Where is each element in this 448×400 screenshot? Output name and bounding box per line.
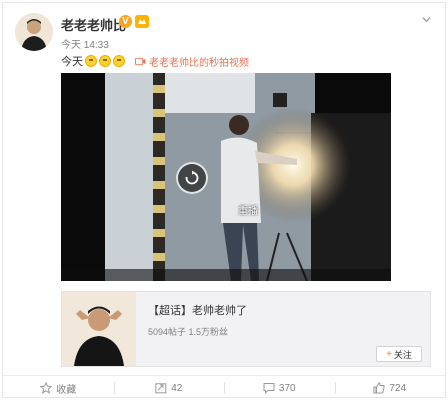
author-avatar[interactable] (15, 13, 53, 51)
post-text: 今天 (61, 56, 83, 68)
video-source-link[interactable]: 老老老帅比的秒拍视频 (135, 54, 249, 69)
author-name[interactable]: 老老老帅比 (61, 15, 126, 34)
chevron-down-icon[interactable] (422, 15, 431, 24)
smile-emoji-icon (99, 55, 111, 67)
repost-button[interactable]: 42 (113, 376, 225, 400)
smile-emoji-icon (85, 55, 97, 67)
follow-button[interactable]: + 关注 (376, 346, 422, 362)
favorite-button[interactable]: 收藏 (3, 376, 114, 400)
post-text-line: 今天 老老老帅比的秒拍视频 (61, 52, 249, 70)
weibo-post-card: 老老老帅比 V 今天 14:33 今天 老老老帅比的秒拍视频 重播 【超话】老帅… (2, 2, 446, 398)
star-icon (40, 382, 53, 394)
replay-button[interactable] (176, 162, 208, 194)
favorite-label: 收藏 (56, 384, 77, 396)
video-link-label: 老老老帅比的秒拍视频 (149, 57, 249, 69)
repost-count: 42 (171, 382, 183, 394)
comment-icon (263, 383, 275, 394)
topic-stats: 5094帖子 1.5万粉丝 (148, 327, 229, 337)
action-bar: 收藏 42 370 724 (3, 375, 445, 400)
repost-icon (155, 383, 167, 394)
topic-title[interactable]: 【超话】老帅老帅了 (148, 302, 247, 318)
topic-thumbnail-image (62, 292, 136, 366)
thumbs-up-icon (373, 382, 386, 394)
replay-icon (185, 170, 199, 185)
video-frame (61, 73, 391, 281)
topic-thumbnail (62, 292, 136, 366)
video-link-icon (135, 57, 146, 65)
post-time[interactable]: 今天 14:33 (61, 36, 109, 51)
super-topic-card[interactable]: 【超话】老帅老帅了 5094帖子 1.5万粉丝 + 关注 (61, 291, 431, 367)
level-badge-icon (135, 15, 149, 28)
plus-icon: + (386, 348, 392, 360)
comment-count: 370 (278, 382, 296, 394)
video-player[interactable] (61, 73, 391, 281)
comment-button[interactable]: 370 (224, 376, 335, 400)
avatar-image (15, 13, 53, 51)
verified-badge-icon: V (119, 15, 132, 28)
like-count: 724 (389, 382, 407, 394)
smile-emoji-icon (113, 55, 125, 67)
follow-label: 关注 (393, 349, 412, 360)
like-button[interactable]: 724 (334, 376, 446, 400)
replay-label[interactable]: 重播 (238, 202, 258, 217)
